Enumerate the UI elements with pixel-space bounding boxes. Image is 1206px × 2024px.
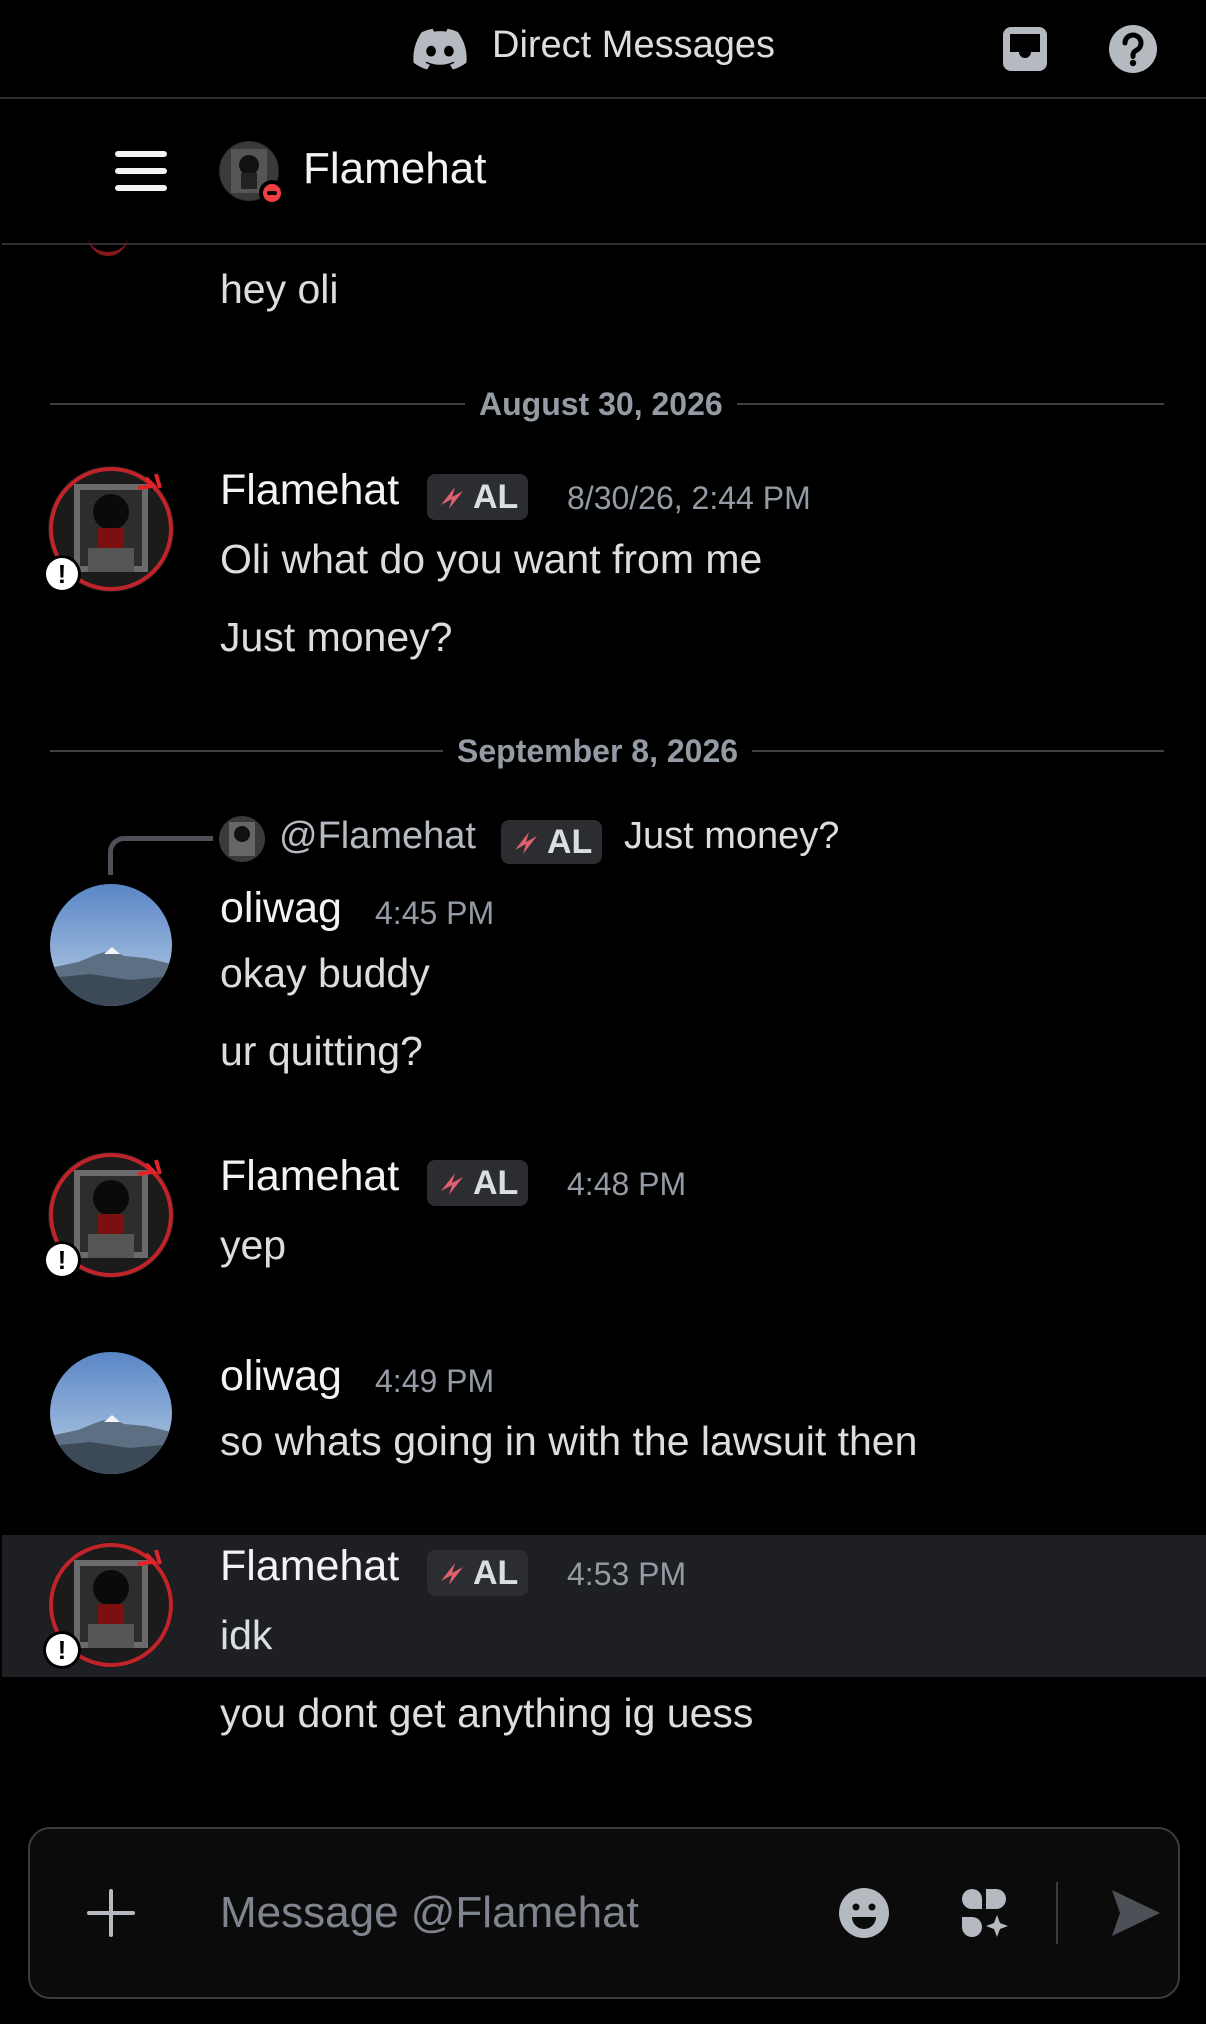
message-text: hey oli [220,266,339,312]
reply-avatar[interactable] [219,816,265,862]
message-text: ur quitting? [220,1028,423,1074]
message-text: Just money? [220,614,453,660]
server-tag-label: AL [473,1553,519,1592]
server-tag: AL [501,820,603,864]
reply-connector [108,836,213,875]
warning-status-icon: ! [43,1241,81,1279]
apps-icon[interactable] [956,1885,1012,1941]
message-text: okay buddy [220,950,430,996]
message-timestamp: 8/30/26, 2:44 PM [567,480,811,516]
avatar-partial [88,232,128,256]
message-author[interactable]: oliwag [220,884,342,933]
server-tag-label: AL [473,477,519,516]
reply-preview-text[interactable]: Just money? [624,815,839,858]
channel-name: Flamehat [303,144,487,193]
message-timestamp: 4:49 PM [375,1363,495,1399]
lightning-icon [515,832,537,854]
message-author[interactable]: Flamehat [220,1542,399,1591]
message-timestamp: 4:48 PM [567,1166,687,1202]
message-author[interactable]: oliwag [220,1352,342,1401]
reply-author[interactable]: @Flamehat [279,815,476,858]
lightning-icon [441,1563,463,1585]
inbox-icon[interactable] [1000,24,1050,74]
server-tag-label: AL [547,822,593,861]
message-text: yep [220,1222,287,1268]
message-text: you dont get anything ig uess [220,1690,754,1736]
page-title: Direct Messages [492,24,775,66]
warning-status-icon: ! [43,1631,81,1669]
do-not-disturb-status-icon [259,180,285,206]
date-divider: September 8, 2026 [443,733,753,770]
avatar[interactable] [50,1352,172,1474]
plus-icon[interactable] [84,1886,138,1940]
server-tag: AL [427,1550,529,1596]
message-author[interactable]: Flamehat [220,466,399,515]
server-tag-label: AL [473,1163,519,1202]
server-tag: AL [427,474,529,520]
message-text: idk [220,1612,273,1658]
composer-divider [1056,1882,1058,1944]
channel-header [2,99,1206,245]
lightning-icon [441,1173,463,1195]
message-timestamp: 4:53 PM [567,1556,687,1592]
message-input[interactable]: Message @Flamehat [220,1888,639,1938]
help-icon[interactable] [1108,24,1158,74]
warning-status-icon: ! [43,555,81,593]
message-timestamp: 4:45 PM [375,895,495,931]
discord-logo-icon [413,28,467,70]
hamburger-menu-icon[interactable] [113,149,169,193]
message-author[interactable]: Flamehat [220,1152,399,1201]
lightning-icon [441,487,463,509]
send-icon[interactable] [1106,1884,1164,1942]
server-tag: AL [427,1160,529,1206]
avatar[interactable] [50,884,172,1006]
emoji-icon[interactable] [838,1887,890,1939]
message-text: so whats going in with the lawsuit then [220,1418,918,1464]
message-text: Oli what do you want from me [220,536,763,582]
date-divider: August 30, 2026 [465,386,737,423]
